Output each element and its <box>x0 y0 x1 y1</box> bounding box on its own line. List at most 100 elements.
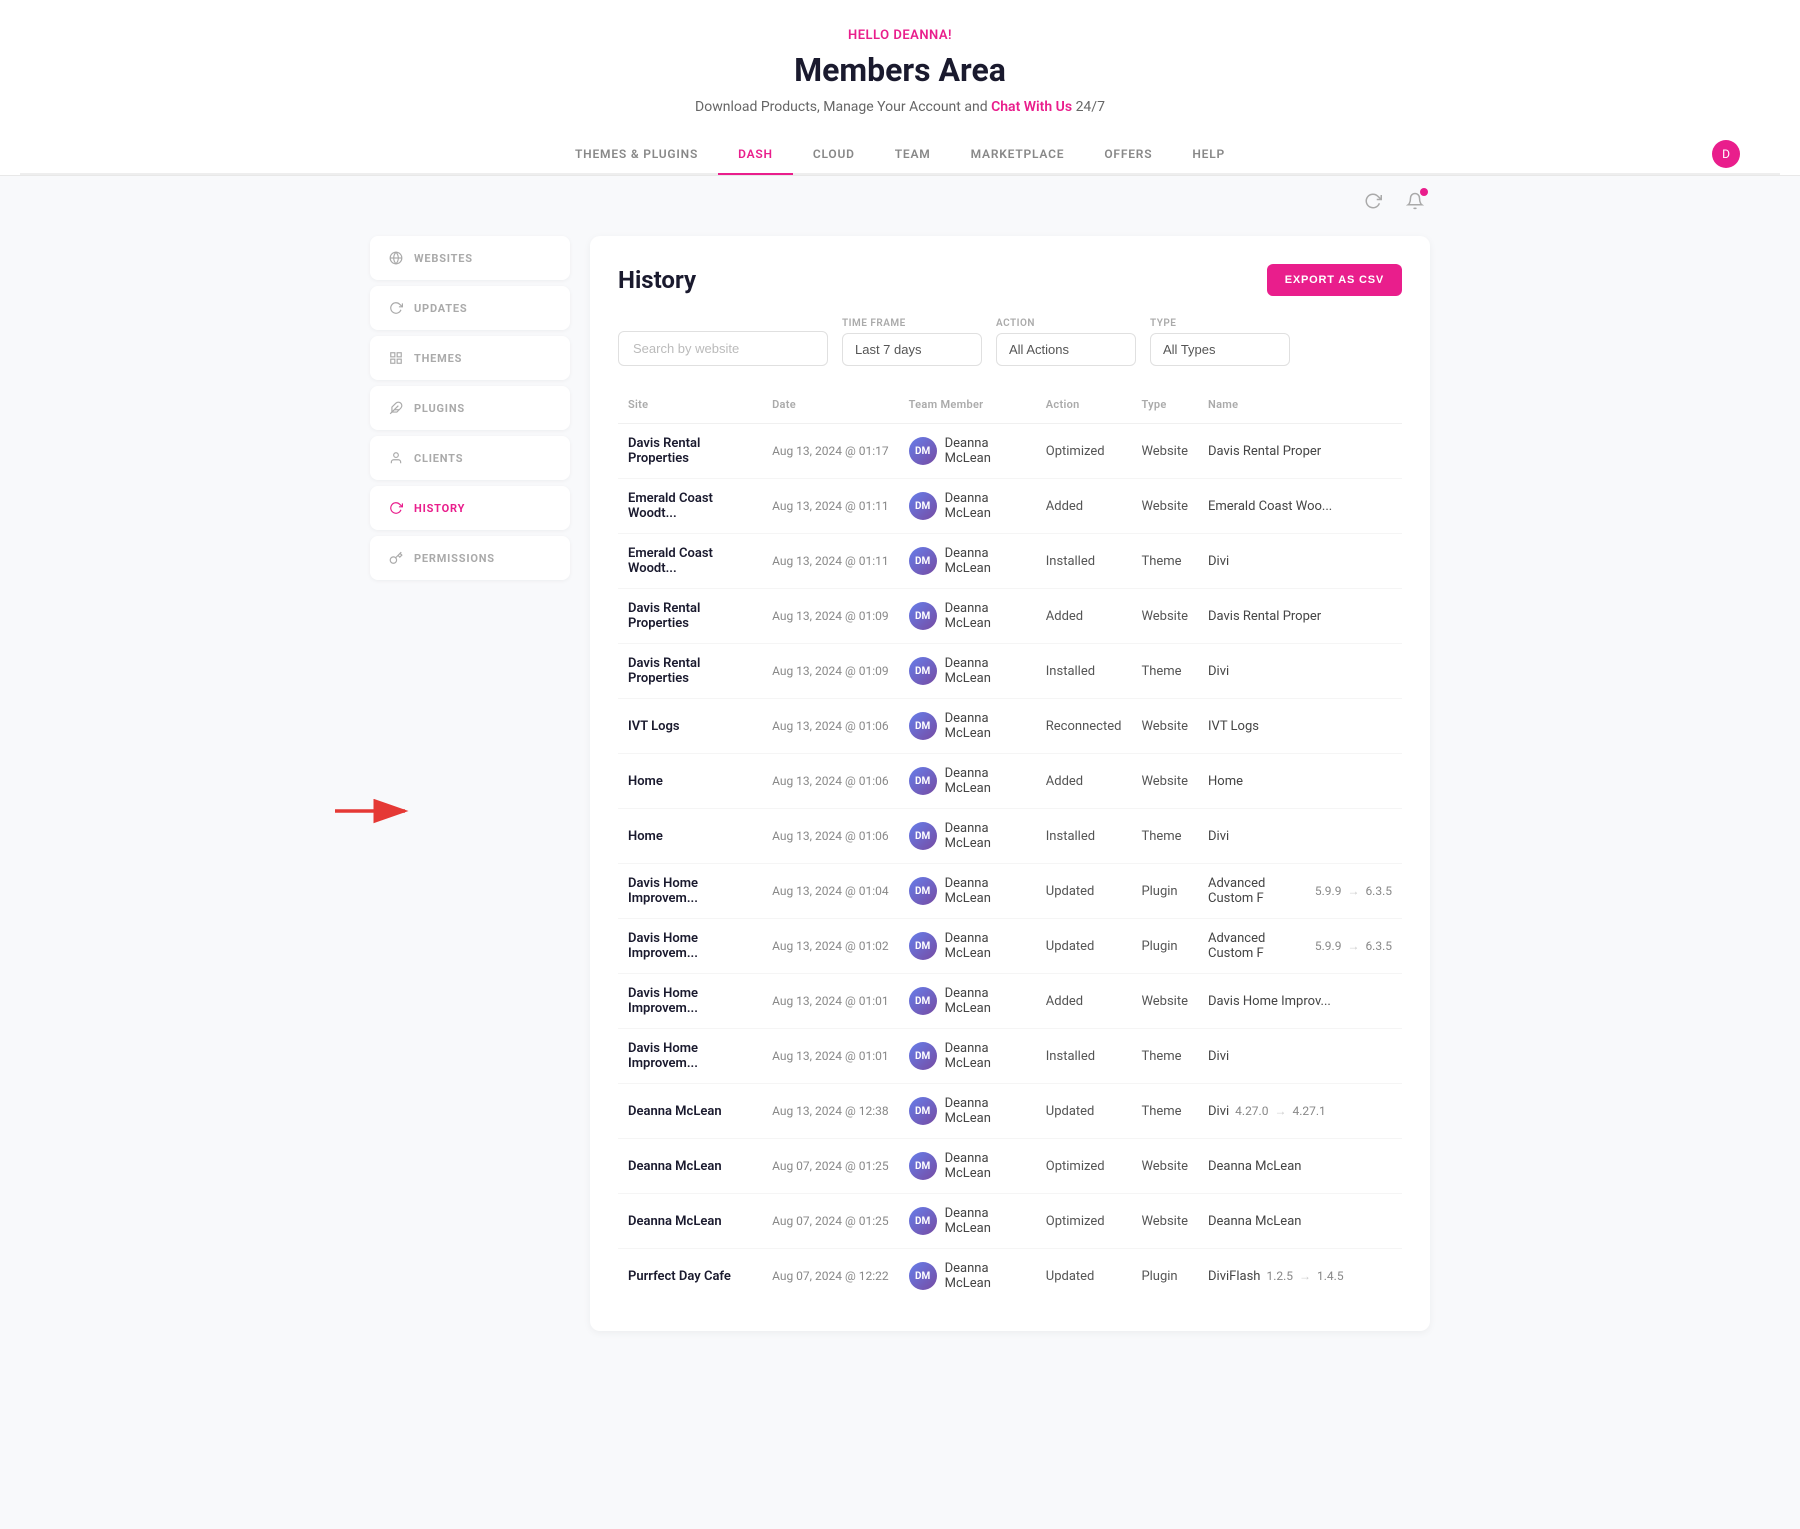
sidebar-history-label: HISTORY <box>414 502 465 515</box>
col-date: Date <box>762 390 899 424</box>
cell-date: Aug 13, 2024 @ 01:01 <box>762 1029 899 1084</box>
action-select[interactable]: All Actions Added Updated Installed Opti… <box>996 333 1136 366</box>
version-from: 1.2.5 <box>1266 1269 1293 1283</box>
table-row: Emerald Coast Woodt... Aug 13, 2024 @ 01… <box>618 479 1402 534</box>
time-frame-label: TIME FRAME <box>842 318 982 329</box>
cell-name: Deanna McLean <box>1198 1139 1402 1194</box>
version-info: 5.9.9 → 6.3.5 <box>1315 884 1392 898</box>
sidebar-clients-label: CLIENTS <box>414 452 463 465</box>
time-frame-filter: TIME FRAME Last 7 days Last 30 days Last… <box>842 318 982 366</box>
sidebar-item-history[interactable]: HISTORY <box>370 486 570 530</box>
tab-themes-plugins[interactable]: THEMES & PLUGINS <box>555 135 718 173</box>
table-header: Site Date Team Member Action Type Name <box>618 390 1402 424</box>
cell-site: Davis Home Improvem... <box>618 864 762 919</box>
sidebar-item-themes[interactable]: THEMES <box>370 336 570 380</box>
cell-site: Davis Home Improvem... <box>618 1029 762 1084</box>
chat-link[interactable]: Chat With Us <box>991 99 1072 115</box>
action-label: ACTION <box>996 318 1136 329</box>
arrow-icon: → <box>1347 884 1359 898</box>
tab-team[interactable]: TEAM <box>875 135 951 173</box>
cell-action: Updated <box>1036 1249 1132 1304</box>
main-nav: THEMES & PLUGINS DASH CLOUD TEAM MARKETP… <box>20 135 1780 175</box>
cell-date: Aug 13, 2024 @ 01:09 <box>762 589 899 644</box>
cell-action: Added <box>1036 479 1132 534</box>
tab-dash[interactable]: DASH <box>718 135 793 173</box>
type-filter: TYPE All Types Website Theme Plugin <box>1150 318 1290 366</box>
cell-name: Home <box>1198 754 1402 809</box>
member-name: Deanna McLean <box>945 1261 1026 1291</box>
cell-date: Aug 13, 2024 @ 01:11 <box>762 479 899 534</box>
refresh-button[interactable] <box>1358 186 1388 216</box>
cell-team-member: DM Deanna McLean <box>899 809 1036 864</box>
member-name: Deanna McLean <box>945 1096 1026 1126</box>
table-row: Davis Home Improvem... Aug 13, 2024 @ 01… <box>618 919 1402 974</box>
table-row: Davis Rental Properties Aug 13, 2024 @ 0… <box>618 589 1402 644</box>
cell-action: Added <box>1036 754 1132 809</box>
notification-button[interactable] <box>1400 186 1430 216</box>
version-info: 5.9.9 → 6.3.5 <box>1315 939 1392 953</box>
member-name: Deanna McLean <box>945 821 1026 851</box>
member-name: Deanna McLean <box>945 931 1026 961</box>
tab-cloud[interactable]: CLOUD <box>793 135 875 173</box>
cell-site: Purrfect Day Cafe <box>618 1249 762 1304</box>
cell-action: Optimized <box>1036 1139 1132 1194</box>
cell-team-member: DM Deanna McLean <box>899 644 1036 699</box>
sidebar-item-permissions[interactable]: PERMISSIONS <box>370 536 570 580</box>
cell-site: Home <box>618 754 762 809</box>
time-frame-select[interactable]: Last 7 days Last 30 days Last 90 days <box>842 333 982 366</box>
cell-action: Added <box>1036 974 1132 1029</box>
subtitle: Download Products, Manage Your Account a… <box>20 99 1780 115</box>
version-to: 6.3.5 <box>1365 939 1392 953</box>
cell-team-member: DM Deanna McLean <box>899 534 1036 589</box>
cell-team-member: DM Deanna McLean <box>899 1029 1036 1084</box>
cell-action: Updated <box>1036 919 1132 974</box>
member-name: Deanna McLean <box>945 1041 1026 1071</box>
member-name: Deanna McLean <box>945 491 1026 521</box>
search-input[interactable] <box>618 331 828 366</box>
table-row: Emerald Coast Woodt... Aug 13, 2024 @ 01… <box>618 534 1402 589</box>
tab-marketplace[interactable]: MARKETPLACE <box>951 135 1085 173</box>
table-row: IVT Logs Aug 13, 2024 @ 01:06 DM Deanna … <box>618 699 1402 754</box>
member-name: Deanna McLean <box>945 986 1026 1016</box>
refresh-icon <box>388 300 404 316</box>
type-select[interactable]: All Types Website Theme Plugin <box>1150 333 1290 366</box>
cell-type: Website <box>1131 754 1198 809</box>
table-row: Purrfect Day Cafe Aug 07, 2024 @ 12:22 D… <box>618 1249 1402 1304</box>
cell-site: Davis Home Improvem... <box>618 919 762 974</box>
member-avatar: DM <box>909 547 937 575</box>
member-avatar: DM <box>909 1262 937 1290</box>
table-row: Deanna McLean Aug 13, 2024 @ 12:38 DM De… <box>618 1084 1402 1139</box>
cell-date: Aug 13, 2024 @ 01:09 <box>762 644 899 699</box>
cell-date: Aug 13, 2024 @ 01:06 <box>762 699 899 754</box>
cell-date: Aug 13, 2024 @ 01:06 <box>762 809 899 864</box>
cell-name: Davis Home Improv... <box>1198 974 1402 1029</box>
col-action: Action <box>1036 390 1132 424</box>
cell-name: Emerald Coast Woo... <box>1198 479 1402 534</box>
sidebar-item-clients[interactable]: CLIENTS <box>370 436 570 480</box>
subtitle-plain: Download Products, Manage Your Account a… <box>695 99 988 115</box>
nav-tab-list: THEMES & PLUGINS DASH CLOUD TEAM MARKETP… <box>20 135 1780 175</box>
member-name: Deanna McLean <box>945 1206 1026 1236</box>
user-avatar[interactable]: D <box>1712 140 1740 168</box>
member-name: Deanna McLean <box>945 1151 1026 1181</box>
tab-offers[interactable]: OFFERS <box>1084 135 1172 173</box>
member-avatar: DM <box>909 657 937 685</box>
cell-site: IVT Logs <box>618 699 762 754</box>
cell-site: Home <box>618 809 762 864</box>
sidebar-item-websites[interactable]: WEBSITES <box>370 236 570 280</box>
cell-type: Theme <box>1131 644 1198 699</box>
sidebar-item-plugins[interactable]: PLUGINS <box>370 386 570 430</box>
member-avatar: DM <box>909 1207 937 1235</box>
cell-site: Davis Home Improvem... <box>618 974 762 1029</box>
member-avatar: DM <box>909 437 937 465</box>
arrow-icon: → <box>1274 1104 1286 1118</box>
member-avatar: DM <box>909 1097 937 1125</box>
sidebar-item-updates[interactable]: UPDATES <box>370 286 570 330</box>
cell-action: Installed <box>1036 809 1132 864</box>
version-from: 4.27.0 <box>1235 1104 1268 1118</box>
cell-site: Deanna McLean <box>618 1084 762 1139</box>
cell-type: Website <box>1131 974 1198 1029</box>
history-header: History EXPORT AS CSV <box>618 264 1402 296</box>
export-csv-button[interactable]: EXPORT AS CSV <box>1267 264 1402 296</box>
tab-help[interactable]: HELP <box>1172 135 1245 173</box>
